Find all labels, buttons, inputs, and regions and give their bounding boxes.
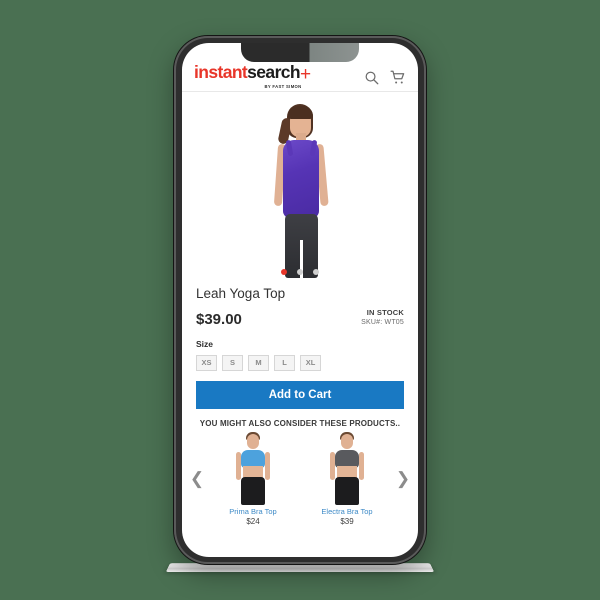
product-meta: IN STOCK SKU#: WT05 — [361, 308, 404, 328]
carousel-prev-icon[interactable]: ❮ — [188, 469, 206, 489]
recommendations-carousel: ❮ Prima Bra Top $24 Electra Bra Top $39 … — [182, 428, 418, 526]
logo-plus-icon: + — [300, 64, 311, 86]
logo-text-instant: instant — [194, 62, 248, 83]
size-option-m[interactable]: M — [248, 354, 269, 371]
product-gallery[interactable] — [182, 92, 418, 278]
brand-logo-wordmark: instantsearch+ — [194, 62, 311, 86]
recommendation-price-2: $39 — [340, 516, 354, 526]
list-item[interactable]: Electra Bra Top $39 — [308, 431, 386, 526]
brand-logo[interactable]: instantsearch+ BY FAST SIMON — [194, 64, 311, 89]
size-option-l[interactable]: L — [274, 354, 295, 371]
recommendation-cards: Prima Bra Top $24 Electra Bra Top $39 — [206, 431, 394, 526]
product-price-row: $39.00 IN STOCK SKU#: WT05 — [196, 308, 404, 328]
recommendations-heading: YOU MIGHT ALSO CONSIDER THESE PRODUCTS.. — [199, 418, 401, 428]
carousel-next-icon[interactable]: ❯ — [394, 469, 412, 489]
header-icon-group — [364, 70, 406, 85]
cart-icon[interactable] — [390, 70, 406, 85]
recommendation-name-1[interactable]: Prima Bra Top — [214, 507, 292, 516]
recommendation-name-2[interactable]: Electra Bra Top — [308, 507, 386, 516]
product-info: Leah Yoga Top $39.00 IN STOCK SKU#: WT05 — [182, 278, 418, 328]
product-title: Leah Yoga Top — [196, 286, 286, 301]
size-selector: Size XS S M L XL — [182, 328, 418, 371]
search-icon[interactable] — [364, 70, 379, 85]
phone-mockup: instantsearch+ BY FAST SIMON Leah Yoga T… — [174, 36, 426, 564]
size-label: Size — [196, 338, 214, 349]
logo-subtitle: BY FAST SIMON — [264, 84, 302, 90]
device-shelf — [165, 563, 435, 572]
recommendation-image-1 — [214, 431, 292, 505]
product-sku: SKU#: WT05 — [361, 319, 404, 327]
list-item[interactable]: Prima Bra Top $24 — [214, 431, 292, 526]
recommendation-price-1: $24 — [246, 516, 260, 526]
gallery-dot-2[interactable] — [297, 269, 303, 275]
product-price: $39.00 — [196, 310, 242, 328]
size-option-xl[interactable]: XL — [300, 354, 321, 371]
recommendation-image-2 — [308, 431, 386, 505]
size-option-s[interactable]: S — [222, 354, 243, 371]
logo-text-search: search — [247, 62, 301, 83]
gallery-dot-3[interactable] — [313, 269, 319, 275]
add-to-cart-container: Add to Cart — [182, 371, 418, 409]
phone-screen: instantsearch+ BY FAST SIMON Leah Yoga T… — [182, 43, 418, 557]
add-to-cart-button[interactable]: Add to Cart — [196, 380, 404, 409]
size-options: XS S M L XL — [196, 354, 404, 371]
gallery-dot-1[interactable] — [281, 269, 287, 275]
status-badge: IN STOCK — [366, 308, 404, 317]
phone-notch — [241, 43, 359, 62]
gallery-dots[interactable] — [182, 269, 418, 275]
size-option-xs[interactable]: XS — [196, 354, 217, 371]
product-hero-image — [254, 100, 346, 278]
